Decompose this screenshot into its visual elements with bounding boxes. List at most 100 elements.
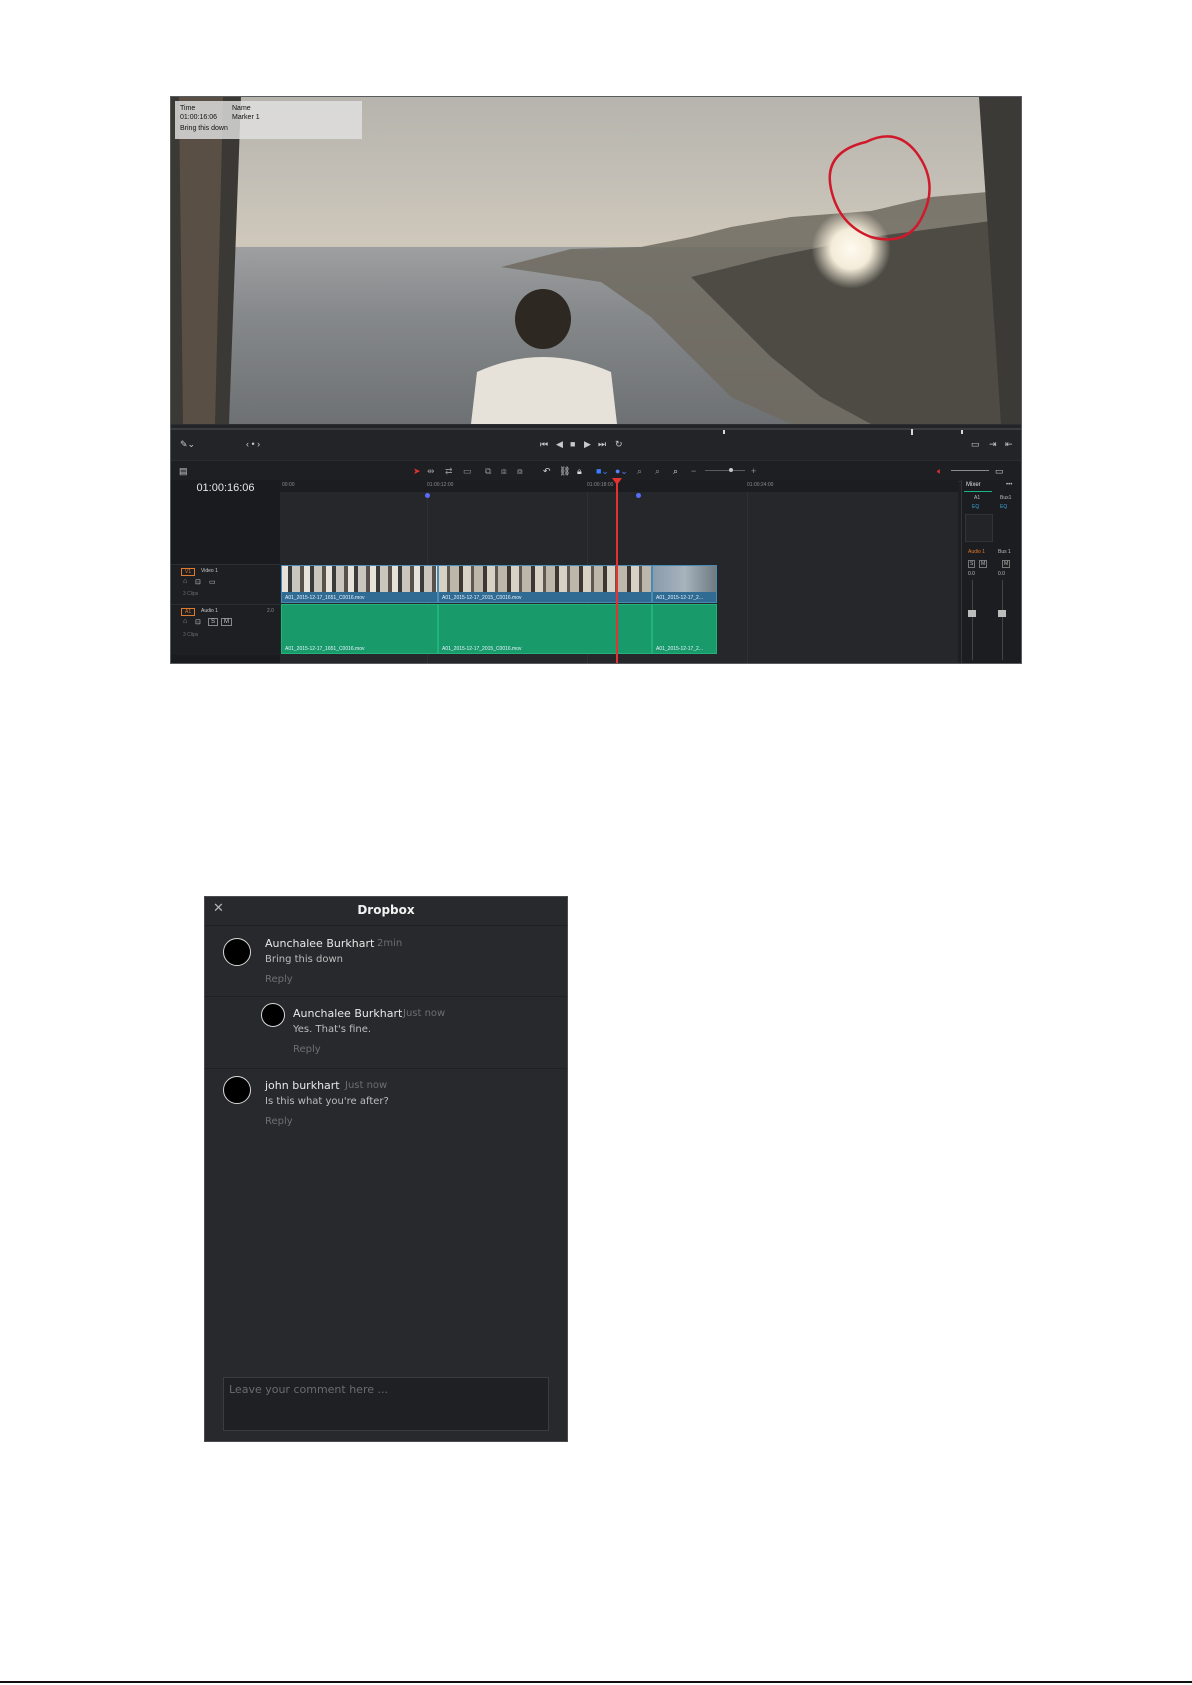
video-viewer[interactable]: Time 01:00:16:06 Name Marker 1 Bring thi… [171,97,1021,424]
video-track-name[interactable]: Video 1 [201,568,218,574]
mixer-tab-indicator [964,491,992,492]
auto-select-icon[interactable]: ⊡ [195,618,201,626]
disable-track-icon[interactable]: ▭ [209,578,216,586]
fader-track [1002,580,1003,660]
zoom-slider-handle[interactable] [729,468,733,472]
marker-dot[interactable] [723,430,725,434]
transport-bar: ✎⌄ ‹ • › ⏮ ◀ ■ ▶ ⏭ ↻ ▭ ⇥ ⇤ [171,424,1021,461]
mixer-options-icon[interactable]: ••• [1006,482,1012,488]
loop-icon[interactable]: ↻ [615,439,623,449]
timeline-view-icon[interactable]: ▤ [179,466,188,476]
scrubber-handle[interactable] [911,429,913,435]
trim-tool-icon[interactable]: ⇹ [427,466,435,476]
reply-link[interactable]: Reply [265,974,293,985]
audio-clip[interactable]: A01_2015-12-17_2015_C0016.mov [438,604,652,654]
fader-level: 0.0 [968,571,975,577]
solo-button[interactable]: S [208,618,219,626]
out-point-icon[interactable]: ⇤ [1005,439,1013,449]
zoom-out-icon[interactable]: − [691,466,696,476]
reply-link[interactable]: Reply [265,1116,293,1127]
replace-clip-icon[interactable]: ⧇ [517,466,523,476]
page-footer-rule [0,1681,1192,1683]
bus1-fader[interactable] [998,610,1006,617]
selection-tool-icon[interactable]: ➤ [413,466,421,476]
avatar[interactable] [223,1076,251,1104]
reply-link[interactable]: Reply [293,1044,321,1055]
mixer-panel: Mixer ••• A1 Bus1 EQ EQ Audio 1 Bus 1 S … [961,480,1021,663]
position-lock-icon[interactable]: 🔒︎ [577,466,582,476]
ruler-label: 01:00:24:00 [747,482,774,488]
video-clip[interactable]: A01_2015-12-17_2015_C0016.mov [438,565,652,603]
marker-color-icon[interactable]: ●⌄ [615,466,628,476]
video-clip[interactable]: A01_2015-12-17_2... [652,565,717,603]
overlay-time-value: 01:00:16:06 [180,114,217,121]
eq-button[interactable]: EQ [1000,504,1007,510]
zoom-custom-icon[interactable]: ⌕ [673,466,678,476]
play-reverse-icon[interactable]: ◀ [556,439,563,449]
insert-clip-icon[interactable]: ⧉ [485,466,491,476]
fader-level: 0.0 [998,571,1005,577]
marker-dot[interactable] [961,430,963,434]
jump-start-icon[interactable]: ⏮ [540,439,548,449]
playhead-line[interactable] [616,480,618,663]
comment-author[interactable]: Aunchalee Burkhart [265,937,374,950]
lock-track-icon[interactable]: ⌂ [183,618,187,625]
scrubber-bar[interactable] [171,428,1021,435]
jump-end-icon[interactable]: ⏭ [598,439,606,449]
ruler-label: 01:00:18:00 [587,482,614,488]
play-icon[interactable]: ▶ [584,439,591,449]
stop-icon[interactable]: ■ [570,439,575,449]
comment-item: Aunchalee Burkhart 2min Bring this down … [205,926,567,997]
zoom-detail-icon[interactable]: ⌕ [655,466,660,476]
mute-icon[interactable]: 🔈︎ [937,466,942,476]
zoom-slider[interactable] [705,470,745,471]
annotation-circle[interactable] [171,97,1021,424]
snapping-icon[interactable]: ↶ [543,466,551,476]
blade-tool-icon[interactable]: ▭ [463,466,472,476]
timecode-display[interactable]: 01:00:16:06 [171,482,280,494]
flag-color-icon[interactable]: ■⌄ [596,466,609,476]
mute-button[interactable]: M [221,618,232,626]
overwrite-clip-icon[interactable]: ⧈ [501,466,507,476]
audio-clip[interactable]: A01_2015-12-17_2... [652,604,717,654]
video-clip[interactable]: A01_2015-12-17_1651_C0016.mov [281,565,438,603]
annotation-pen-icon[interactable]: ✎⌄ [180,439,195,449]
volume-slider[interactable] [951,470,989,471]
in-point-icon[interactable]: ⇥ [989,439,997,449]
audio1-fader[interactable] [968,610,976,617]
zoom-in-icon[interactable]: + [751,466,756,476]
comment-author[interactable]: john burkhart [265,1079,340,1092]
video-track-header: V1 Video 1 ⌂ ⊡ ▭ 3 Clips [171,564,280,605]
match-frame-icon[interactable]: ▭ [971,439,980,449]
mixer-solo-button[interactable]: S [968,560,976,568]
audio-track-level: 2.0 [267,608,274,614]
timeline-marker[interactable] [636,493,641,498]
zoom-full-icon[interactable]: ⌕ [637,466,642,476]
eq-button[interactable]: EQ [972,504,979,510]
marker-nav-icon[interactable]: ‹ • › [246,439,260,449]
avatar[interactable] [223,938,251,966]
comment-time: Just now [345,1080,388,1091]
video-track-id[interactable]: V1 [181,568,196,576]
lock-track-icon[interactable]: ⌂ [183,578,187,585]
audio-track-name[interactable]: Audio 1 [201,608,218,614]
timeline-marker[interactable] [425,493,430,498]
clip-name: A01_2015-12-17_2015_C0016.mov [442,646,522,652]
clip-name: A01_2015-12-17_1651_C0016.mov [285,595,365,601]
timeline-toolbar: ▤ ➤ ⇹ ⇄ ▭ ⧉ ⧈ ⧇ ↶ ⛓ 🔒︎ ■⌄ ●⌄ ⌕ ⌕ ⌕ − + 🔈… [171,460,1021,482]
auto-select-icon[interactable]: ⊡ [195,578,201,586]
linked-selection-icon[interactable]: ⛓ [559,466,570,476]
comment-text: Is this what you're after? [265,1096,389,1107]
dynamic-trim-icon[interactable]: ⇄ [445,466,453,476]
comment-author[interactable]: Aunchalee Burkhart [293,1007,402,1020]
mixer-mute-button[interactable]: M [979,560,988,568]
comment-text: Bring this down [265,954,344,965]
audio-track-id[interactable]: A1 [181,608,196,616]
avatar[interactable] [261,1003,285,1027]
bus-mute-button[interactable]: M [1002,560,1011,568]
comment-input[interactable]: Leave your comment here ... [223,1377,549,1431]
playhead-handle[interactable] [612,478,622,485]
db-meter-icon[interactable]: ▭ [995,466,1004,476]
pan-control[interactable] [965,514,993,542]
audio-clip[interactable]: A01_2015-12-17_1651_C0016.mov [281,604,438,654]
